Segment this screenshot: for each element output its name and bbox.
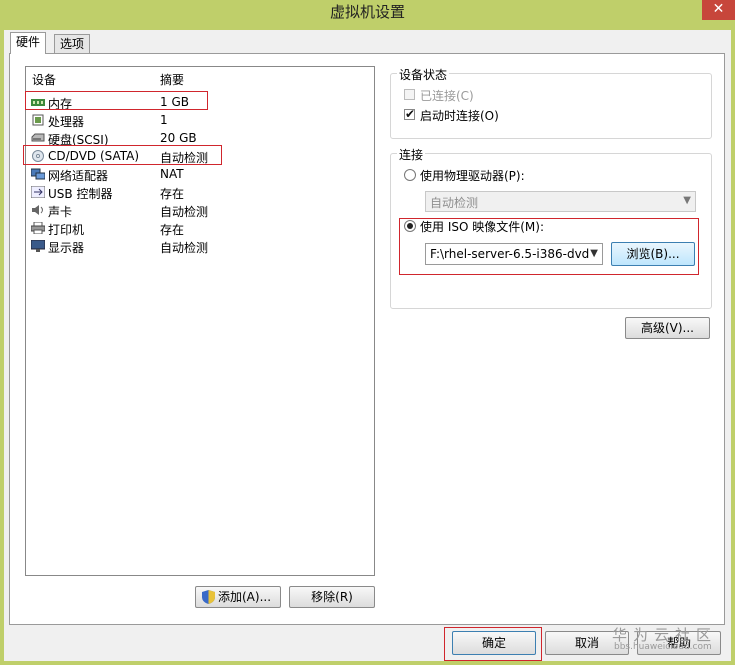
device-summary: NAT [160, 167, 184, 181]
physical-drive-label: 使用物理驱动器(P): [420, 169, 525, 183]
device-name: 打印机 [48, 223, 85, 237]
add-button-label: 添加(A)... [218, 590, 272, 604]
device-summary: 自动检测 [160, 205, 209, 219]
device-row-processor[interactable]: 处理器 1 [26, 112, 374, 130]
device-name: 声卡 [48, 205, 73, 219]
column-device[interactable]: 设备 [32, 71, 56, 88]
watermark: 华为云社区 bbs.huaweicloud.com [612, 624, 717, 652]
watermark-url: bbs.huaweicloud.com [614, 642, 712, 652]
device-summary: 1 [160, 113, 168, 127]
tab-hardware[interactable]: 硬件 [10, 32, 47, 54]
device-row-display[interactable]: 显示器 自动检测 [26, 238, 374, 256]
monitor-icon [31, 240, 45, 252]
device-status-title: 设备状态 [397, 66, 450, 83]
network-adapter-icon [31, 168, 45, 180]
title-bar: 虚拟机设置 ✕ [0, 0, 735, 30]
device-summary: 存在 [160, 223, 185, 237]
device-name: 处理器 [48, 115, 85, 129]
physical-drive-value: 自动检测 [430, 196, 479, 210]
advanced-button[interactable]: 高级(V)... [625, 317, 710, 339]
highlight-iso [399, 218, 699, 275]
connection-title: 连接 [397, 146, 426, 163]
connection-group: 连接 使用物理驱动器(P): 自动检测 ▼ 使用 ISO 映像文件(M): F:… [390, 146, 712, 309]
connected-checkbox[interactable] [404, 89, 415, 100]
device-row-printer[interactable]: 打印机 存在 [26, 220, 374, 238]
physical-drive-radio[interactable] [404, 169, 416, 181]
close-button[interactable]: ✕ [702, 0, 735, 20]
chevron-down-icon: ▼ [683, 195, 691, 206]
highlight-cd-dvd [23, 145, 222, 165]
device-row-usb-controller[interactable]: USB 控制器 存在 [26, 184, 374, 202]
device-summary: 20 GB [160, 131, 197, 145]
device-row-sound-card[interactable]: 声卡 自动检测 [26, 202, 374, 220]
hard-disk-icon [31, 133, 45, 142]
speaker-icon [32, 205, 43, 215]
device-status-group: 设备状态 已连接(C) ✔ 启动时连接(O) [390, 66, 712, 139]
checkmark-icon: ✔ [405, 107, 416, 121]
processor-icon [32, 114, 44, 126]
device-summary: 存在 [160, 187, 185, 201]
connect-at-power-on-checkbox[interactable]: ✔ [404, 107, 416, 121]
hardware-panel: 设备 摘要 内存 1 GB 处理器 1 硬盘(SCSI) 20 GB CD/DV… [9, 53, 725, 625]
usb-icon [31, 186, 45, 198]
remove-button[interactable]: 移除(R) [289, 586, 375, 608]
window-title: 虚拟机设置 [329, 3, 405, 21]
connected-label: 已连接(C) [420, 89, 474, 103]
printer-icon [31, 222, 45, 234]
add-button[interactable]: 添加(A)... [195, 586, 281, 608]
highlight-ok [444, 627, 542, 661]
tab-options[interactable]: 选项 [54, 34, 91, 54]
device-summary: 自动检测 [160, 241, 209, 255]
device-name: USB 控制器 [48, 187, 113, 201]
highlight-memory [25, 91, 208, 110]
dialog-client: 硬件 选项 设备 摘要 内存 1 GB 处理器 1 硬盘(SCSI) 20 GB [4, 30, 731, 661]
connect-at-power-on-label: 启动时连接(O) [420, 109, 499, 123]
device-row-network-adapter[interactable]: 网络适配器 NAT [26, 166, 374, 184]
shield-icon [202, 590, 215, 604]
device-list[interactable]: 设备 摘要 内存 1 GB 处理器 1 硬盘(SCSI) 20 GB CD/DV… [23, 66, 375, 576]
physical-drive-dropdown[interactable]: 自动检测 ▼ [425, 191, 696, 212]
device-name: 显示器 [48, 241, 85, 255]
device-name: 网络适配器 [48, 169, 109, 183]
column-summary[interactable]: 摘要 [160, 71, 184, 88]
